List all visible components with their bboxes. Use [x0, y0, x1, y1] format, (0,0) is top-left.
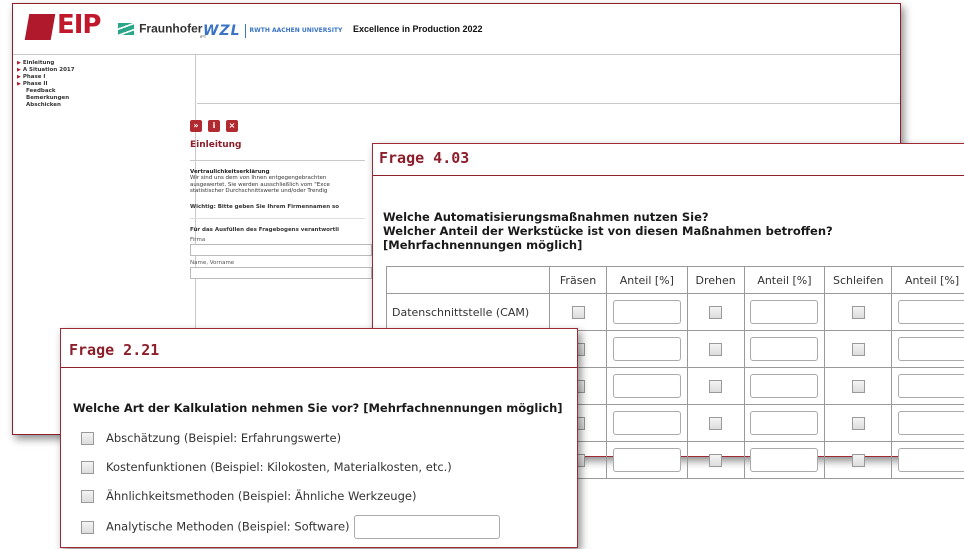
option-checkbox[interactable]	[81, 520, 94, 534]
sidebar-item-label: Phase II	[22, 81, 48, 87]
schleifen-anteil-input[interactable]	[898, 448, 964, 472]
option-label: Kostenfunktionen (Beispiel: Kilokosten, …	[106, 460, 452, 474]
wzl-rwth-logo: WZL RWTH AACHEN UNIVERSITY	[203, 20, 342, 39]
column-header-anteil: Anteil [%]	[605, 266, 688, 294]
page-title: Excellence in Production 2022	[353, 24, 483, 34]
schleifen-checkbox[interactable]	[851, 342, 865, 356]
caret-right-icon: ▶	[17, 74, 21, 80]
drehen-anteil-input[interactable]	[750, 411, 819, 435]
header-bar: EIP Fraunhofer IPT WZL RWTH AACHEN UNIVER…	[13, 4, 900, 55]
row-label: Datenschnittstelle (CAM)	[385, 293, 551, 331]
info-button[interactable]: i	[208, 120, 220, 132]
question-title: Frage 2.21	[69, 341, 160, 359]
column-header-blank	[385, 266, 551, 294]
sidebar-item-feedback[interactable]: Feedback	[17, 88, 195, 95]
fraunhofer-logo: Fraunhofer IPT	[118, 18, 206, 39]
question-text: Welche Art der Kalkulation nehmen Sie vo…	[73, 401, 563, 415]
eip-logo-text: EIP	[57, 10, 101, 40]
wzl-logo-text: WZL	[203, 23, 241, 39]
option-checkbox[interactable]	[81, 432, 94, 445]
caret-right-icon: ▶	[17, 67, 21, 73]
drehen-anteil-input[interactable]	[750, 337, 819, 361]
schleifen-anteil-input[interactable]	[898, 337, 964, 361]
question-line-3: [Mehrfachnennungen möglich]	[383, 238, 583, 252]
sidebar-item-einleitung[interactable]: ▶ Einleitung	[17, 60, 195, 67]
sidebar-item-label: A Situation 2017	[22, 67, 75, 73]
sidebar-item-abschicken[interactable]: Abschicken	[17, 102, 195, 109]
option-aehnlichkeitsmethoden[interactable]: Ähnlichkeitsmethoden (Beispiel: Ähnliche…	[81, 489, 416, 503]
toolbar: » i ×	[190, 113, 244, 132]
schleifen-anteil-input[interactable]	[898, 374, 964, 398]
frage-2-21-panel: Frage 2.21 Welche Art der Kalkulation ne…	[60, 328, 578, 548]
close-button[interactable]: ×	[226, 120, 238, 132]
option-abschaetzung[interactable]: Abschätzung (Beispiel: Erfahrungswerte)	[81, 431, 341, 445]
warning-text: Wichtig: Bitte geben Sie Ihrem Firmennam…	[190, 203, 340, 210]
title-divider	[373, 175, 964, 176]
caret-right-icon: ▶	[17, 81, 21, 87]
caret-right-icon: ▶	[17, 60, 21, 66]
schleifen-checkbox[interactable]	[851, 416, 865, 430]
table-row: Datenschnittstelle (CAM)	[385, 293, 964, 331]
sidebar-item-bemerkungen[interactable]: Bemerkungen	[17, 95, 195, 102]
schleifen-checkbox[interactable]	[851, 379, 865, 393]
column-header-schleifen: Schleifen	[824, 266, 893, 294]
drehen-anteil-input[interactable]	[750, 300, 819, 324]
option-kostenfunktionen[interactable]: Kostenfunktionen (Beispiel: Kilokosten, …	[81, 460, 452, 474]
option-label: Abschätzung (Beispiel: Erfahrungswerte)	[106, 431, 342, 445]
fraesen-anteil-input[interactable]	[612, 411, 681, 435]
fraesen-anteil-input[interactable]	[612, 448, 681, 472]
top-band	[197, 55, 900, 104]
fraesen-anteil-input[interactable]	[612, 300, 681, 324]
schleifen-anteil-input[interactable]	[898, 300, 964, 324]
question-line-1: Welche Automatisierungsmaßnahmen nutzen …	[383, 210, 709, 224]
name-input[interactable]	[190, 266, 372, 279]
question-text: Welche Automatisierungsmaßnahmen nutzen …	[383, 210, 833, 252]
eip-logo-mark-icon	[24, 14, 56, 40]
eip-logo: EIP	[24, 10, 107, 48]
sidebar-item-label: Phase I	[22, 74, 46, 80]
logo-separator	[244, 23, 246, 38]
fraesen-checkbox[interactable]	[571, 305, 585, 319]
sidebar-item-situation[interactable]: ▶ A Situation 2017	[17, 67, 195, 74]
drehen-anteil-input[interactable]	[750, 374, 819, 398]
divider	[190, 217, 365, 219]
schleifen-checkbox[interactable]	[851, 305, 865, 319]
forward-button[interactable]: »	[190, 120, 202, 132]
option-checkbox[interactable]	[81, 490, 94, 503]
schleifen-anteil-input[interactable]	[898, 411, 964, 435]
confidentiality-text-3: statistischer Durchschnittswerte und/ode…	[190, 188, 328, 194]
column-header-anteil: Anteil [%]	[891, 266, 964, 294]
table-header-row: Fräsen Anteil [%] Drehen Anteil [%] Schl…	[385, 266, 964, 294]
drehen-checkbox[interactable]	[709, 342, 723, 356]
option-label: Ähnlichkeitsmethoden (Beispiel: Ähnliche…	[106, 489, 417, 503]
drehen-anteil-input[interactable]	[750, 448, 819, 472]
responsible-heading: Für das Ausfüllen des Fragebogens verant…	[190, 226, 340, 233]
title-divider	[61, 367, 577, 368]
question-line-2: Welcher Anteil der Werkstücke ist von di…	[383, 224, 833, 238]
divider	[190, 160, 365, 161]
sidebar-item-label: Einleitung	[22, 60, 55, 66]
drehen-checkbox[interactable]	[709, 453, 723, 467]
column-header-drehen: Drehen	[686, 266, 745, 294]
company-input[interactable]	[190, 243, 372, 256]
column-header-fraesen: Fräsen	[549, 266, 607, 294]
fraunhofer-logo-icon	[118, 22, 134, 35]
drehen-checkbox[interactable]	[709, 305, 723, 319]
rwth-logo-text: RWTH AACHEN UNIVERSITY	[249, 27, 343, 34]
question-title: Frage 4.03	[379, 149, 470, 167]
fraunhofer-logo-text: Fraunhofer	[139, 21, 203, 36]
drehen-checkbox[interactable]	[709, 379, 723, 393]
drehen-checkbox[interactable]	[709, 416, 723, 430]
sidebar-item-phase-2[interactable]: ▶ Phase II	[17, 81, 195, 88]
sidebar-item-phase-1[interactable]: ▶ Phase I	[17, 74, 195, 81]
option-analytische-methoden[interactable]: Analytische Methoden (Beispiel: Software…	[81, 515, 500, 539]
schleifen-checkbox[interactable]	[851, 453, 865, 467]
fraesen-anteil-input[interactable]	[612, 337, 681, 361]
software-input[interactable]	[353, 515, 500, 539]
option-label: Analytische Methoden (Beispiel: Software…	[106, 519, 350, 534]
fraesen-anteil-input[interactable]	[612, 374, 681, 398]
option-checkbox[interactable]	[81, 461, 94, 474]
column-header-anteil: Anteil [%]	[743, 266, 826, 294]
